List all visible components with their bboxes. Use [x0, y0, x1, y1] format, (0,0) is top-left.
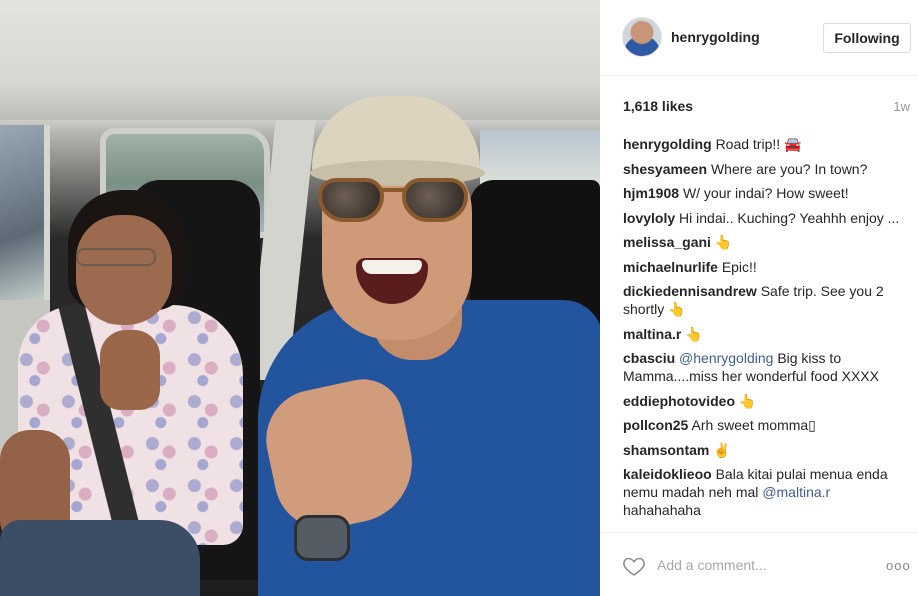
comment: pollcon25 Arh sweet momma▯	[623, 416, 911, 434]
comment-user[interactable]: kaleidoklieoo	[623, 466, 712, 482]
comment: eddiephotovideo 👆	[623, 392, 911, 410]
comment: lovyloly Hi indai.. Kuching? Yeahhh enjo…	[623, 209, 911, 227]
comment: hjm1908 W/ your indai? How sweet!	[623, 184, 911, 202]
comment: maltina.r 👆	[623, 325, 911, 343]
following-button[interactable]: Following	[823, 23, 911, 53]
comment-user[interactable]: melissa_gani	[623, 234, 711, 250]
post-timestamp[interactable]: 1w	[893, 99, 910, 114]
comment-text: W/ your indai? How sweet!	[682, 185, 849, 201]
comment-text: Epic!!	[721, 258, 757, 275]
add-comment-input[interactable]	[657, 557, 867, 573]
comment-footer: ooo	[600, 532, 918, 596]
woman-glasses	[76, 248, 156, 266]
comment-user[interactable]: michaelnurlife	[623, 259, 718, 275]
comment-text: 👆	[714, 234, 733, 250]
comment-text: Hi indai.. Kuching? Yeahhh enjoy ...	[679, 209, 900, 226]
comment-user[interactable]: dickiedennisandrew	[623, 283, 757, 299]
comment-user[interactable]: maltina.r	[623, 326, 681, 342]
likes-count[interactable]: 1,618 likes	[623, 98, 693, 114]
comment-text: 👆	[738, 392, 757, 409]
post-username[interactable]: henrygolding	[671, 29, 760, 45]
comment-text: Road trip!! 🚘	[715, 136, 802, 152]
comment-user[interactable]: henrygolding	[623, 136, 712, 152]
comment: henrygolding Road trip!! 🚘	[623, 135, 911, 153]
comment-text: 👆	[685, 325, 703, 342]
comment-user[interactable]: pollcon25	[623, 417, 688, 433]
comment: michaelnurlife Epic!!	[623, 258, 911, 276]
comment-user[interactable]: hjm1908	[623, 185, 679, 201]
comment-user[interactable]: lovyloly	[623, 210, 675, 226]
comment-text: ✌	[713, 441, 731, 458]
man-sunglasses	[318, 178, 478, 226]
woman-jeans	[0, 520, 200, 596]
comment: dickiedennisandrew Safe trip. See you 2 …	[623, 282, 911, 318]
woman-face	[76, 215, 172, 325]
comment-text-continued: hahahahaha	[623, 502, 701, 518]
post-sidebar: henrygolding Following 1,618 likes 1w he…	[600, 0, 918, 596]
post-photo[interactable]	[0, 0, 600, 596]
heart-icon[interactable]	[622, 554, 646, 578]
profile-avatar[interactable]	[622, 17, 662, 57]
more-options-icon[interactable]: ooo	[886, 558, 911, 573]
comment-user[interactable]: eddiephotovideo	[623, 393, 735, 409]
comment: kaleidoklieoo Bala kitai pulai menua end…	[623, 465, 911, 519]
sunglasses-lens-left	[318, 178, 384, 222]
comment: melissa_gani 👆	[623, 233, 911, 251]
comment-user[interactable]: shesyameen	[623, 161, 707, 177]
comment: shamsontam ✌	[623, 441, 911, 459]
comment-text: Arh sweet momma▯	[691, 417, 816, 433]
comment: shesyameen Where are you? In town?	[623, 160, 911, 178]
comment-text: Where are you? In town?	[710, 160, 868, 177]
comment-user[interactable]: cbasciu	[623, 350, 675, 366]
comment-user[interactable]: shamsontam	[623, 442, 709, 458]
comment: cbasciu @henrygolding Big kiss to Mamma.…	[623, 349, 911, 385]
car-roof	[0, 0, 600, 120]
comment-list: henrygolding Road trip!! 🚘 shesyameen Wh…	[623, 135, 911, 530]
post-header: henrygolding Following	[600, 0, 918, 76]
man-watch	[294, 515, 350, 561]
comment-mention[interactable]: @maltina.r	[762, 484, 830, 500]
man-teeth	[362, 260, 422, 274]
car-window-left	[0, 125, 50, 305]
woman-thumbs-up	[100, 330, 160, 410]
sunglasses-lens-right	[402, 178, 468, 222]
comment-mention[interactable]: @henrygolding	[679, 350, 773, 366]
